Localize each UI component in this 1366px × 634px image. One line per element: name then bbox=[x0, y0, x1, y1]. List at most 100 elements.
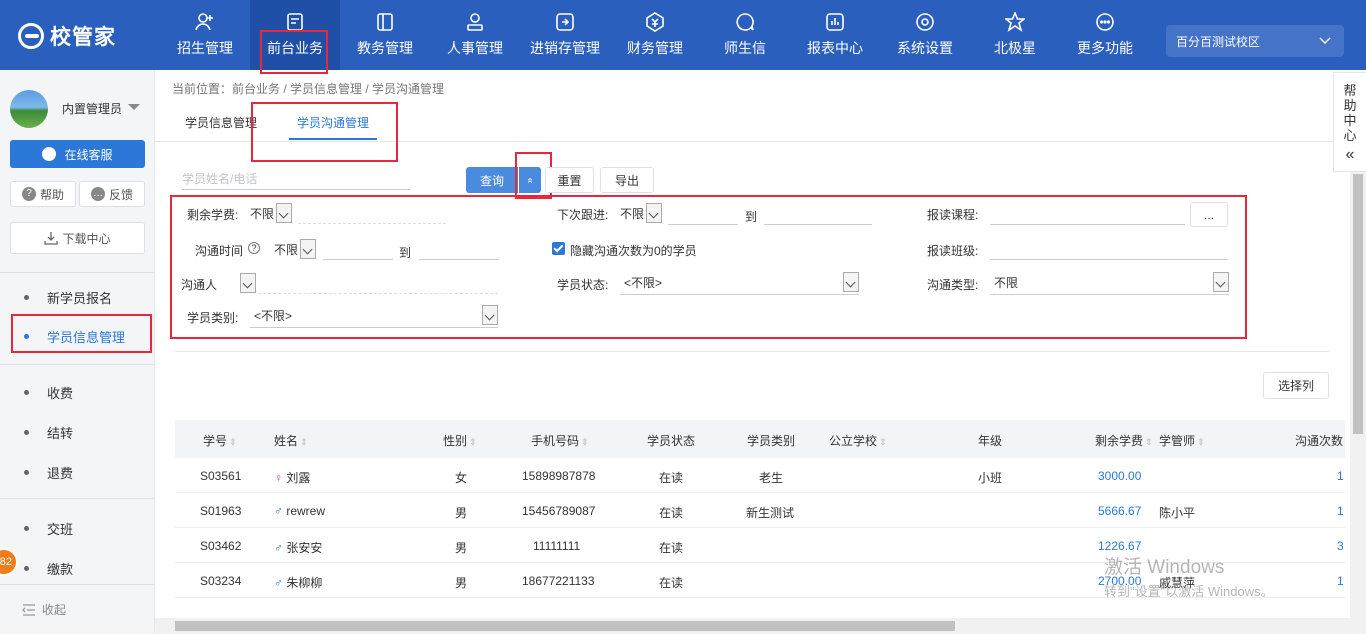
avatar[interactable] bbox=[10, 90, 48, 128]
col-header-id[interactable]: 学号 ⇕ bbox=[203, 432, 237, 449]
sidebar: 内置管理员 在线客服 ? 帮助 … 反馈 下载中心 新学员报名 学员信息管理 收… bbox=[0, 70, 155, 634]
cell-count[interactable]: 3 bbox=[1337, 539, 1344, 553]
hide-zero-label[interactable]: 隐藏沟通次数为0的学员 bbox=[570, 242, 697, 259]
comm-type-select[interactable]: 不限 bbox=[990, 271, 1229, 295]
cell-count[interactable]: 1 bbox=[1337, 574, 1344, 588]
tab-student-communication[interactable]: 学员沟通管理 bbox=[297, 114, 369, 131]
help-button[interactable]: ? 帮助 bbox=[10, 181, 76, 207]
collapse-button[interactable]: 收起 bbox=[22, 601, 66, 618]
remaining-fee-select[interactable]: 不限 bbox=[250, 201, 293, 225]
inventory-icon bbox=[555, 12, 575, 32]
menu-item-new-enrollment[interactable]: 新学员报名 bbox=[0, 282, 155, 312]
menu-item-refund[interactable]: 退费 bbox=[0, 457, 155, 487]
table-row[interactable]: S01963 ♂ rewrew 男 15456789087 在读 新生测试 56… bbox=[175, 493, 1345, 528]
col-header-name[interactable]: 姓名 ⇕ bbox=[274, 432, 308, 449]
field-underline bbox=[258, 293, 498, 294]
communicator-label: 沟通人 bbox=[181, 278, 218, 292]
reset-button[interactable]: 重置 bbox=[545, 167, 594, 193]
communicator-select[interactable] bbox=[238, 271, 256, 295]
help-center-panel[interactable]: 帮 助 中 心 « bbox=[1333, 72, 1366, 172]
nav-item-academic[interactable]: 教务管理 bbox=[340, 0, 430, 70]
cell-status: 在读 bbox=[659, 576, 684, 590]
nav-item-recruit[interactable]: 招生管理 bbox=[160, 0, 250, 70]
help-char: 帮 bbox=[1343, 83, 1357, 98]
nav-item-reports[interactable]: 报表中心 bbox=[790, 0, 880, 70]
col-header-school[interactable]: 公立学校 ⇕ bbox=[829, 432, 887, 449]
class-label: 报读班级: bbox=[927, 244, 979, 258]
cell-advisor: 陈小平 bbox=[1159, 506, 1196, 520]
collapse-filters-button[interactable]: « bbox=[519, 167, 541, 193]
student-category-value: <不限> bbox=[254, 309, 293, 323]
nav-item-settings[interactable]: 系统设置 bbox=[880, 0, 970, 70]
select-columns-button[interactable]: 选择列 bbox=[1263, 372, 1329, 399]
col-header-sex[interactable]: 性别 ⇕ bbox=[443, 432, 477, 449]
cell-fee[interactable]: 5666.67 bbox=[1098, 504, 1141, 518]
course-picker-button[interactable]: ... bbox=[1190, 202, 1228, 227]
cell-name[interactable]: ♀ 刘露 bbox=[274, 469, 310, 486]
cell-sex: 男 bbox=[455, 576, 468, 590]
comm-time-label: 沟通时间 bbox=[195, 244, 244, 258]
sort-icon: ⇕ bbox=[1197, 437, 1205, 447]
help-char: 中 bbox=[1343, 113, 1357, 128]
nav-item-front-desk[interactable]: 前台业务 bbox=[250, 0, 340, 70]
student-status-select[interactable]: <不限> bbox=[620, 271, 859, 295]
cell-fee[interactable]: 1226.67 bbox=[1098, 539, 1141, 553]
online-service-button[interactable]: 在线客服 bbox=[10, 140, 145, 168]
menu-item-student-info[interactable]: 学员信息管理 bbox=[0, 321, 155, 351]
campus-select[interactable]: 百分百测试校区 bbox=[1166, 25, 1344, 57]
cell-fee[interactable]: 3000.00 bbox=[1098, 469, 1141, 483]
student-category-select[interactable]: <不限> bbox=[250, 304, 498, 328]
caret-down-icon[interactable] bbox=[128, 104, 140, 110]
export-button[interactable]: 导出 bbox=[600, 167, 654, 193]
col-header-fee[interactable]: 剩余学费 ⇕ bbox=[1095, 432, 1153, 449]
scrollbar-thumb[interactable] bbox=[1353, 174, 1363, 434]
download-center-button[interactable]: 下载中心 bbox=[10, 222, 145, 254]
course-underline[interactable] bbox=[990, 224, 1185, 225]
user-name[interactable]: 内置管理员 bbox=[62, 100, 122, 117]
search-input[interactable] bbox=[182, 168, 410, 190]
col-header-advisor[interactable]: 学管师 ⇕ bbox=[1159, 432, 1205, 449]
nav-label: 北极星 bbox=[994, 40, 1036, 56]
table-row[interactable]: S03561 ♀ 刘露 女 15898987878 在读 老生 小班 3000.… bbox=[175, 458, 1345, 493]
vertical-scrollbar[interactable] bbox=[1350, 172, 1366, 618]
next-followup-select[interactable]: 不限 bbox=[620, 201, 663, 225]
feedback-button[interactable]: … 反馈 bbox=[79, 181, 145, 207]
menu-item-charge[interactable]: 收费 bbox=[0, 377, 155, 407]
tab-student-info[interactable]: 学员信息管理 bbox=[185, 114, 257, 131]
male-icon: ♂ bbox=[274, 541, 283, 555]
date-from-underline bbox=[668, 224, 738, 225]
nav-item-finance[interactable]: 财务管理 bbox=[610, 0, 700, 70]
scrollbar-thumb[interactable] bbox=[175, 621, 955, 631]
hide-zero-checkbox[interactable] bbox=[552, 242, 565, 255]
male-icon: ♂ bbox=[274, 504, 283, 518]
cell-count[interactable]: 1 bbox=[1337, 469, 1344, 483]
menu-label: 新学员报名 bbox=[47, 290, 113, 306]
col-header-status: 学员状态 bbox=[647, 434, 696, 448]
nav-item-messages[interactable]: 师生信 bbox=[700, 0, 790, 70]
class-underline[interactable] bbox=[990, 259, 1228, 260]
cell-name[interactable]: ♂ rewrew bbox=[274, 504, 325, 518]
comm-time-select[interactable]: 不限 bbox=[274, 237, 317, 261]
nav-label: 人事管理 bbox=[447, 40, 503, 56]
horizontal-scrollbar[interactable] bbox=[155, 618, 1366, 634]
male-icon: ♂ bbox=[274, 576, 283, 590]
nav-item-polaris[interactable]: 北极星 bbox=[970, 0, 1060, 70]
query-button[interactable]: 查询 bbox=[466, 167, 518, 193]
menu-item-carryover[interactable]: 结转 bbox=[0, 417, 155, 447]
nav-item-inventory[interactable]: 进销存管理 bbox=[520, 0, 610, 70]
chevron-down-icon bbox=[240, 273, 256, 293]
logo[interactable]: 校管家 bbox=[18, 22, 116, 50]
cell-name[interactable]: ♂ 张安安 bbox=[274, 539, 322, 556]
query-label: 查询 bbox=[479, 173, 504, 188]
cell-count[interactable]: 1 bbox=[1337, 504, 1344, 518]
nav-label: 前台业务 bbox=[267, 40, 323, 56]
nav-item-hr[interactable]: 人事管理 bbox=[430, 0, 520, 70]
cell-id: S03234 bbox=[200, 574, 242, 588]
cell-name[interactable]: ♂ 朱柳柳 bbox=[274, 574, 322, 591]
nav-item-more[interactable]: 更多功能 bbox=[1060, 0, 1150, 70]
col-header-phone[interactable]: 手机号码 ⇕ bbox=[531, 432, 589, 449]
menu-item-payment[interactable]: 缴款 bbox=[0, 553, 155, 583]
nav-label: 报表中心 bbox=[807, 40, 863, 56]
menu-item-shift[interactable]: 交班 bbox=[0, 513, 155, 543]
bullet bbox=[24, 294, 29, 300]
